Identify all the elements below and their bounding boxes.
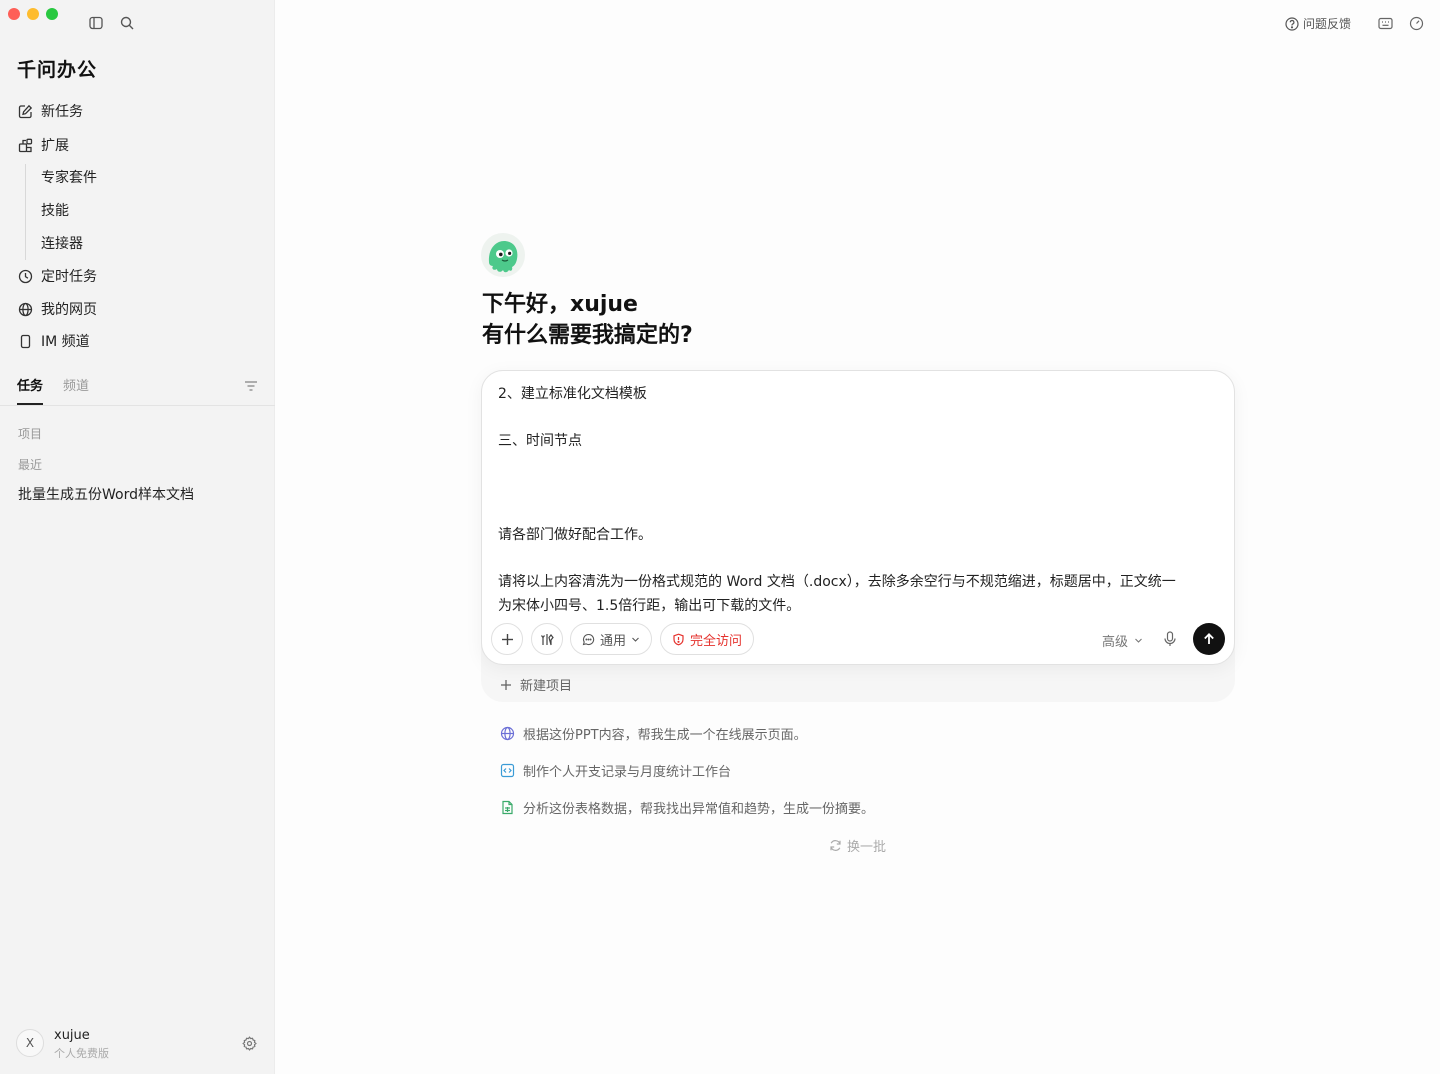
suggestion-item[interactable]: 根据这份PPT内容，帮我生成一个在线展示页面。 <box>499 724 807 743</box>
nav-new-task-label: 新任务 <box>41 104 83 120</box>
plus-icon <box>500 679 512 691</box>
nav-my-webpages-label: 我的网页 <box>41 302 97 318</box>
prompt-composer[interactable]: 2、建立标准化文档模板 三、时间节点 请各部门做好配合工作。 请将以上内容清洗为… <box>481 370 1235 665</box>
sidebar-toggle-icon[interactable] <box>88 15 104 31</box>
sidebar: 千问办公 新任务 扩展 专家套件 技能 连接器 定时任务 我的网页 IM 频道 … <box>0 0 275 1074</box>
feedback-button[interactable]: 问题反馈 <box>1285 15 1351 32</box>
plus-icon <box>501 633 513 645</box>
window-controls <box>8 8 58 20</box>
nav-im-channel[interactable]: IM 频道 <box>17 329 90 353</box>
tab-channels[interactable]: 频道 <box>63 376 89 398</box>
refresh-suggestions-button[interactable]: 换一批 <box>829 836 886 855</box>
speed-gauge-icon[interactable] <box>1408 15 1424 31</box>
mascot-logo <box>480 232 526 278</box>
globe-icon <box>17 301 33 317</box>
nav-new-task[interactable]: 新任务 <box>17 99 83 123</box>
suggestion-label: 根据这份PPT内容，帮我生成一个在线展示页面。 <box>523 728 807 743</box>
keyboard-icon[interactable] <box>1377 15 1393 31</box>
nav-scheduled-tasks[interactable]: 定时任务 <box>17 264 97 288</box>
tools-button[interactable] <box>531 623 563 655</box>
globe-icon <box>499 726 515 742</box>
suggestion-item[interactable]: 分析这份表格数据，帮我找出异常值和趋势，生成一份摘要。 <box>499 798 874 817</box>
close-window-button[interactable] <box>8 8 20 20</box>
chevron-down-icon <box>1135 638 1142 643</box>
nav-extensions-label: 扩展 <box>41 138 69 154</box>
help-icon <box>1285 16 1299 31</box>
shield-icon <box>673 633 684 645</box>
user-name[interactable]: xujue <box>54 1028 90 1043</box>
nav-scheduled-tasks-label: 定时任务 <box>41 269 97 285</box>
advanced-select[interactable]: 高级 <box>1102 631 1143 650</box>
composer-line[interactable]: 为宋体小四号、1.5倍行距，输出可下载的文件。 <box>498 595 800 615</box>
mode-select[interactable]: 通用 <box>570 623 653 655</box>
full-access-label: 完全访问 <box>690 633 743 649</box>
section-projects[interactable]: 项目 <box>18 425 42 442</box>
maximize-window-button[interactable] <box>46 8 58 20</box>
advanced-label: 高级 <box>1102 635 1129 650</box>
chevron-down-icon <box>632 637 639 642</box>
sidebar-tabs: 任务 频道 <box>17 376 89 398</box>
suggestion-label: 制作个人开支记录与月度统计工作台 <box>523 765 732 780</box>
refresh-icon <box>830 840 841 851</box>
tools-icon <box>540 633 554 645</box>
clock-icon <box>17 268 33 284</box>
code-icon <box>499 763 515 779</box>
user-plan: 个人免费版 <box>54 1047 109 1060</box>
extensions-icon <box>17 137 33 153</box>
suggestion-item[interactable]: 制作个人开支记录与月度统计工作台 <box>499 761 731 780</box>
refresh-label: 换一批 <box>847 840 887 855</box>
microphone-icon[interactable] <box>1161 630 1179 648</box>
tab-tasks[interactable]: 任务 <box>17 376 43 398</box>
mode-label: 通用 <box>600 633 627 649</box>
suggestion-label: 分析这份表格数据，帮我找出异常值和趋势，生成一份摘要。 <box>523 802 875 817</box>
composer-line[interactable]: 三、时间节点 <box>498 430 582 450</box>
phone-icon <box>17 333 33 349</box>
avatar[interactable]: X <box>16 1029 44 1057</box>
nav-extensions[interactable]: 扩展 <box>17 133 69 157</box>
tabs-divider <box>0 405 275 406</box>
nav-im-channel-label: IM 频道 <box>41 334 90 350</box>
nav-my-webpages[interactable]: 我的网页 <box>17 297 97 321</box>
search-icon[interactable] <box>119 15 135 31</box>
arrow-up-icon <box>1204 633 1214 644</box>
greeting-line-2: 有什么需要我搞定的? <box>482 323 693 348</box>
filter-icon[interactable] <box>243 378 259 394</box>
composer-line[interactable]: 请各部门做好配合工作。 <box>498 524 652 544</box>
app-title: 千问办公 <box>17 59 98 81</box>
full-access-toggle[interactable]: 完全访问 <box>660 623 755 655</box>
composer-line[interactable]: 请将以上内容清洗为一份格式规范的 Word 文档（.docx），去除多余空行与不… <box>498 571 1176 591</box>
composer-line[interactable]: 2、建立标准化文档模板 <box>498 383 647 403</box>
sub-item-skills[interactable]: 技能 <box>41 200 69 222</box>
gear-icon[interactable] <box>241 1035 257 1051</box>
sub-item-connectors[interactable]: 连接器 <box>41 233 83 255</box>
recent-task-item[interactable]: 批量生成五份Word样本文档 <box>18 484 194 504</box>
submenu-guide-line <box>25 164 26 260</box>
sub-item-expert-kit[interactable]: 专家套件 <box>41 167 97 189</box>
add-attachment-button[interactable] <box>491 623 523 655</box>
edit-icon <box>17 103 33 119</box>
feedback-label: 问题反馈 <box>1303 17 1352 31</box>
new-project-label: 新建项目 <box>520 679 573 694</box>
new-project-button[interactable]: 新建项目 <box>500 675 572 694</box>
greeting-line-1: 下午好，xujue <box>482 292 638 317</box>
spreadsheet-icon <box>499 800 515 816</box>
chat-bubble-icon <box>582 633 595 645</box>
section-recent: 最近 <box>18 458 43 472</box>
minimize-window-button[interactable] <box>27 8 39 20</box>
send-button[interactable] <box>1193 623 1225 655</box>
